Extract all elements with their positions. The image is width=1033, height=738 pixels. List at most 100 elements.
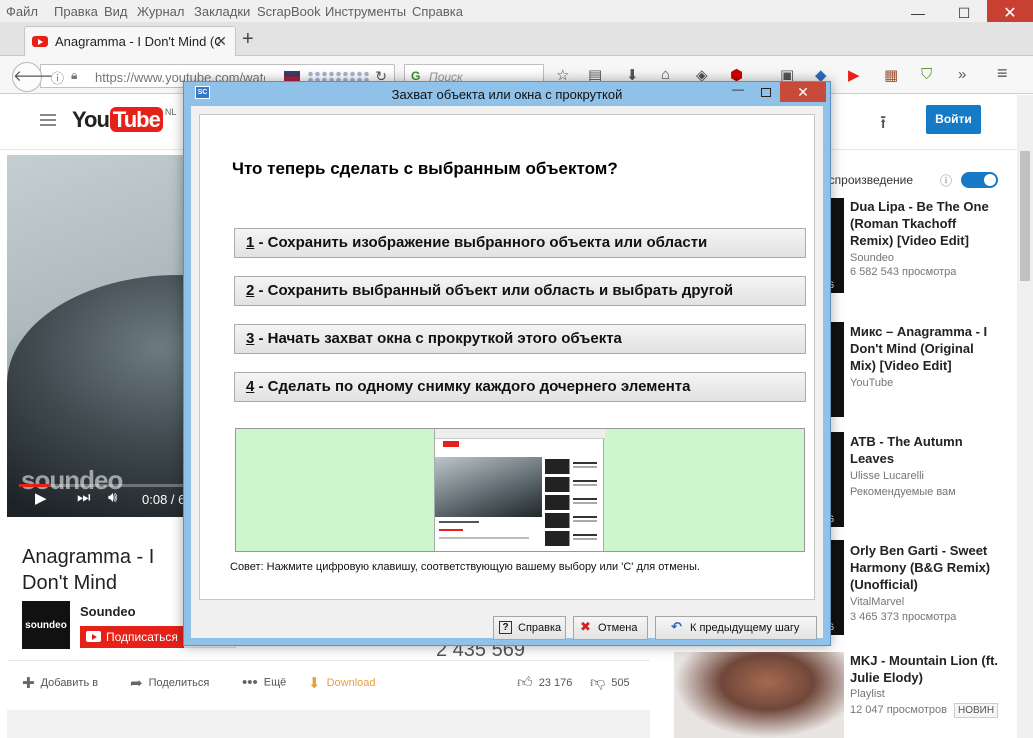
related-channel: YouTube (850, 377, 894, 389)
menu-history[interactable]: Журнал (137, 4, 184, 19)
tab-youtube[interactable]: Anagramma - I Don't Mind (Original Mix) … (24, 26, 236, 56)
option-label: - Сделать по одному снимку каждого дочер… (254, 378, 691, 395)
bottom-strip (7, 710, 650, 738)
youtube-logo[interactable]: You Tube NL (72, 107, 176, 133)
region-label: NL (164, 107, 177, 117)
previous-step-label: К предыдущему шагу (690, 622, 800, 634)
share-arrow-icon: ➦ (130, 675, 143, 692)
dialog-maximize-button[interactable] (752, 82, 780, 102)
channel-avatar[interactable]: soundeo (22, 601, 70, 649)
youtube-favicon-icon (32, 36, 48, 47)
autoplay-info-icon[interactable]: ⓘ (940, 172, 952, 189)
shield-icon[interactable]: ⛉ (921, 66, 932, 83)
upload-icon[interactable]: ⭱ (880, 110, 886, 140)
related-title[interactable]: ATB - The Autumn Leaves (850, 433, 1000, 467)
dislike-button[interactable]: 👎︎ 505 (590, 674, 630, 692)
menu-view[interactable]: Вид (104, 4, 128, 19)
menu-file[interactable]: Файл (6, 4, 38, 19)
add-to-label: Добавить в (40, 676, 99, 689)
download-icon: ⬇ (308, 675, 321, 692)
hamburger-menu-icon[interactable]: ≡ (997, 63, 1008, 84)
progress-fill (19, 484, 50, 487)
guide-menu-icon[interactable] (40, 114, 56, 126)
preview-thumbnail (434, 429, 605, 551)
more-dots-icon: ••• (242, 674, 258, 691)
video-time: 0:08 / 6 (142, 492, 186, 507)
menu-bar: Файл Правка Вид Журнал Закладки ScrapBoo… (0, 0, 1033, 22)
new-badge: НОВИН (954, 703, 999, 718)
tab-close-icon[interactable]: ✕ (215, 33, 227, 50)
tab-title: Anagramma - I Don't Mind (Original Mix) … (55, 34, 220, 49)
cancel-button[interactable]: ✖ Отмена (573, 616, 648, 640)
help-button[interactable]: ? Справка (493, 616, 566, 640)
video-title: Anagramma - I Don't Mind (Original Mix) … (22, 546, 155, 594)
menu-help[interactable]: Справка (412, 4, 463, 19)
related-views: Рекомендуемые вам (850, 486, 956, 498)
youtube-extension-icon[interactable]: ▶ (848, 66, 860, 84)
help-label: Справка (518, 622, 562, 634)
option-label: - Сохранить выбранный объект или область… (254, 282, 734, 299)
related-channel: Playlist (850, 688, 885, 700)
previous-step-button[interactable]: ↶ К предыдущему шагу (655, 616, 817, 640)
dialog-question: Что теперь сделать с выбранным объектом? (232, 159, 618, 178)
new-tab-button[interactable]: + (242, 28, 254, 51)
dislike-count: 505 (611, 676, 630, 689)
related-channel: VitalMarvel (850, 596, 905, 608)
option-save-image-button[interactable]: 1 - Сохранить изображение выбранного объ… (234, 228, 806, 258)
help-icon: ? (499, 621, 512, 634)
share-button[interactable]: ➦ Поделиться (130, 674, 209, 692)
related-title[interactable]: Dua Lipa - Be The One (Roman Tkachoff Re… (850, 198, 1000, 249)
download-button[interactable]: ⬇ Download (308, 674, 376, 692)
cancel-label: Отмена (598, 622, 638, 634)
thumbs-up-icon: 👍︎ (517, 674, 533, 691)
dialog-tip: Совет: Нажмите цифровую клавишу, соответ… (230, 561, 700, 573)
related-views: 3 465 373 просмотра (850, 611, 957, 623)
option-child-snapshots-button[interactable]: 4 - Сделать по одному снимку каждого доч… (234, 372, 806, 402)
related-title[interactable]: MKJ - Mountain Lion (ft. Julie Elody) (850, 652, 1000, 686)
menu-scrapbook[interactable]: ScrapBook (257, 4, 321, 19)
related-channel: Ulisse Lucarelli (850, 470, 924, 482)
dialog-titlebar[interactable]: SC Захват объекта или окна с прокруткой … (184, 82, 830, 106)
play-icon[interactable]: ▶ (35, 489, 47, 507)
menu-edit[interactable]: Правка (54, 4, 98, 19)
volume-icon[interactable]: 🔊︎ (108, 489, 117, 506)
option-label: - Начать захват окна с прокруткой этого … (254, 330, 622, 347)
option-label: - Сохранить изображение выбранного объек… (254, 234, 708, 251)
like-count: 23 176 (538, 676, 573, 689)
related-title[interactable]: Orly Ben Garti - Sweet Harmony (B&G Remi… (850, 542, 1000, 593)
scrapbook-icon[interactable]: ▦ (884, 66, 898, 84)
related-title[interactable]: Микс – Anagramma - I Don't Mind (Origina… (850, 323, 1000, 374)
undo-arrow-icon: ↶ (671, 619, 682, 634)
subscribe-button[interactable]: Подписаться (80, 626, 184, 648)
overflow-chevron-icon[interactable]: » (958, 66, 966, 83)
scrollbar-thumb[interactable] (1020, 151, 1030, 281)
add-to-button[interactable]: ✚ Добавить в (22, 674, 98, 692)
menu-tools[interactable]: Инструменты (325, 4, 406, 19)
next-icon[interactable]: ⏭ (77, 489, 91, 506)
plus-icon: ✚ (22, 675, 35, 692)
logo-you: You (72, 107, 110, 132)
more-label: Ещё (263, 676, 287, 689)
related-thumbnail[interactable] (674, 652, 844, 738)
capture-dialog: SC Захват объекта или окна с прокруткой … (183, 81, 831, 646)
dialog-minimize-button[interactable]: — (724, 82, 752, 102)
like-button[interactable]: 👍︎ 23 176 (517, 674, 572, 692)
back-button[interactable]: 🡐 (12, 62, 53, 92)
related-channel: Soundeo (850, 252, 895, 264)
autoplay-label: оспроизведение (822, 173, 914, 187)
dialog-content: Что теперь сделать с выбранным объектом?… (199, 114, 815, 600)
option-save-and-select-button[interactable]: 2 - Сохранить выбранный объект или облас… (234, 276, 806, 306)
channel-name[interactable]: Soundeo (80, 604, 136, 619)
download-label: Download (326, 676, 376, 689)
cancel-x-icon: ✖ (580, 619, 591, 634)
page-scrollbar[interactable] (1017, 95, 1033, 738)
related-views: 12 047 просмотров (850, 704, 947, 716)
dialog-close-button[interactable]: ✕ (780, 82, 826, 102)
divider (7, 660, 650, 661)
dialog-body: Что теперь сделать с выбранным объектом?… (191, 106, 823, 640)
more-button[interactable]: ••• Ещё (242, 674, 286, 691)
autoplay-toggle[interactable] (961, 172, 998, 188)
option-scroll-capture-button[interactable]: 3 - Начать захват окна с прокруткой этог… (234, 324, 806, 354)
sign-in-button[interactable]: Войти (926, 105, 981, 134)
menu-bookmarks[interactable]: Закладки (194, 4, 250, 19)
